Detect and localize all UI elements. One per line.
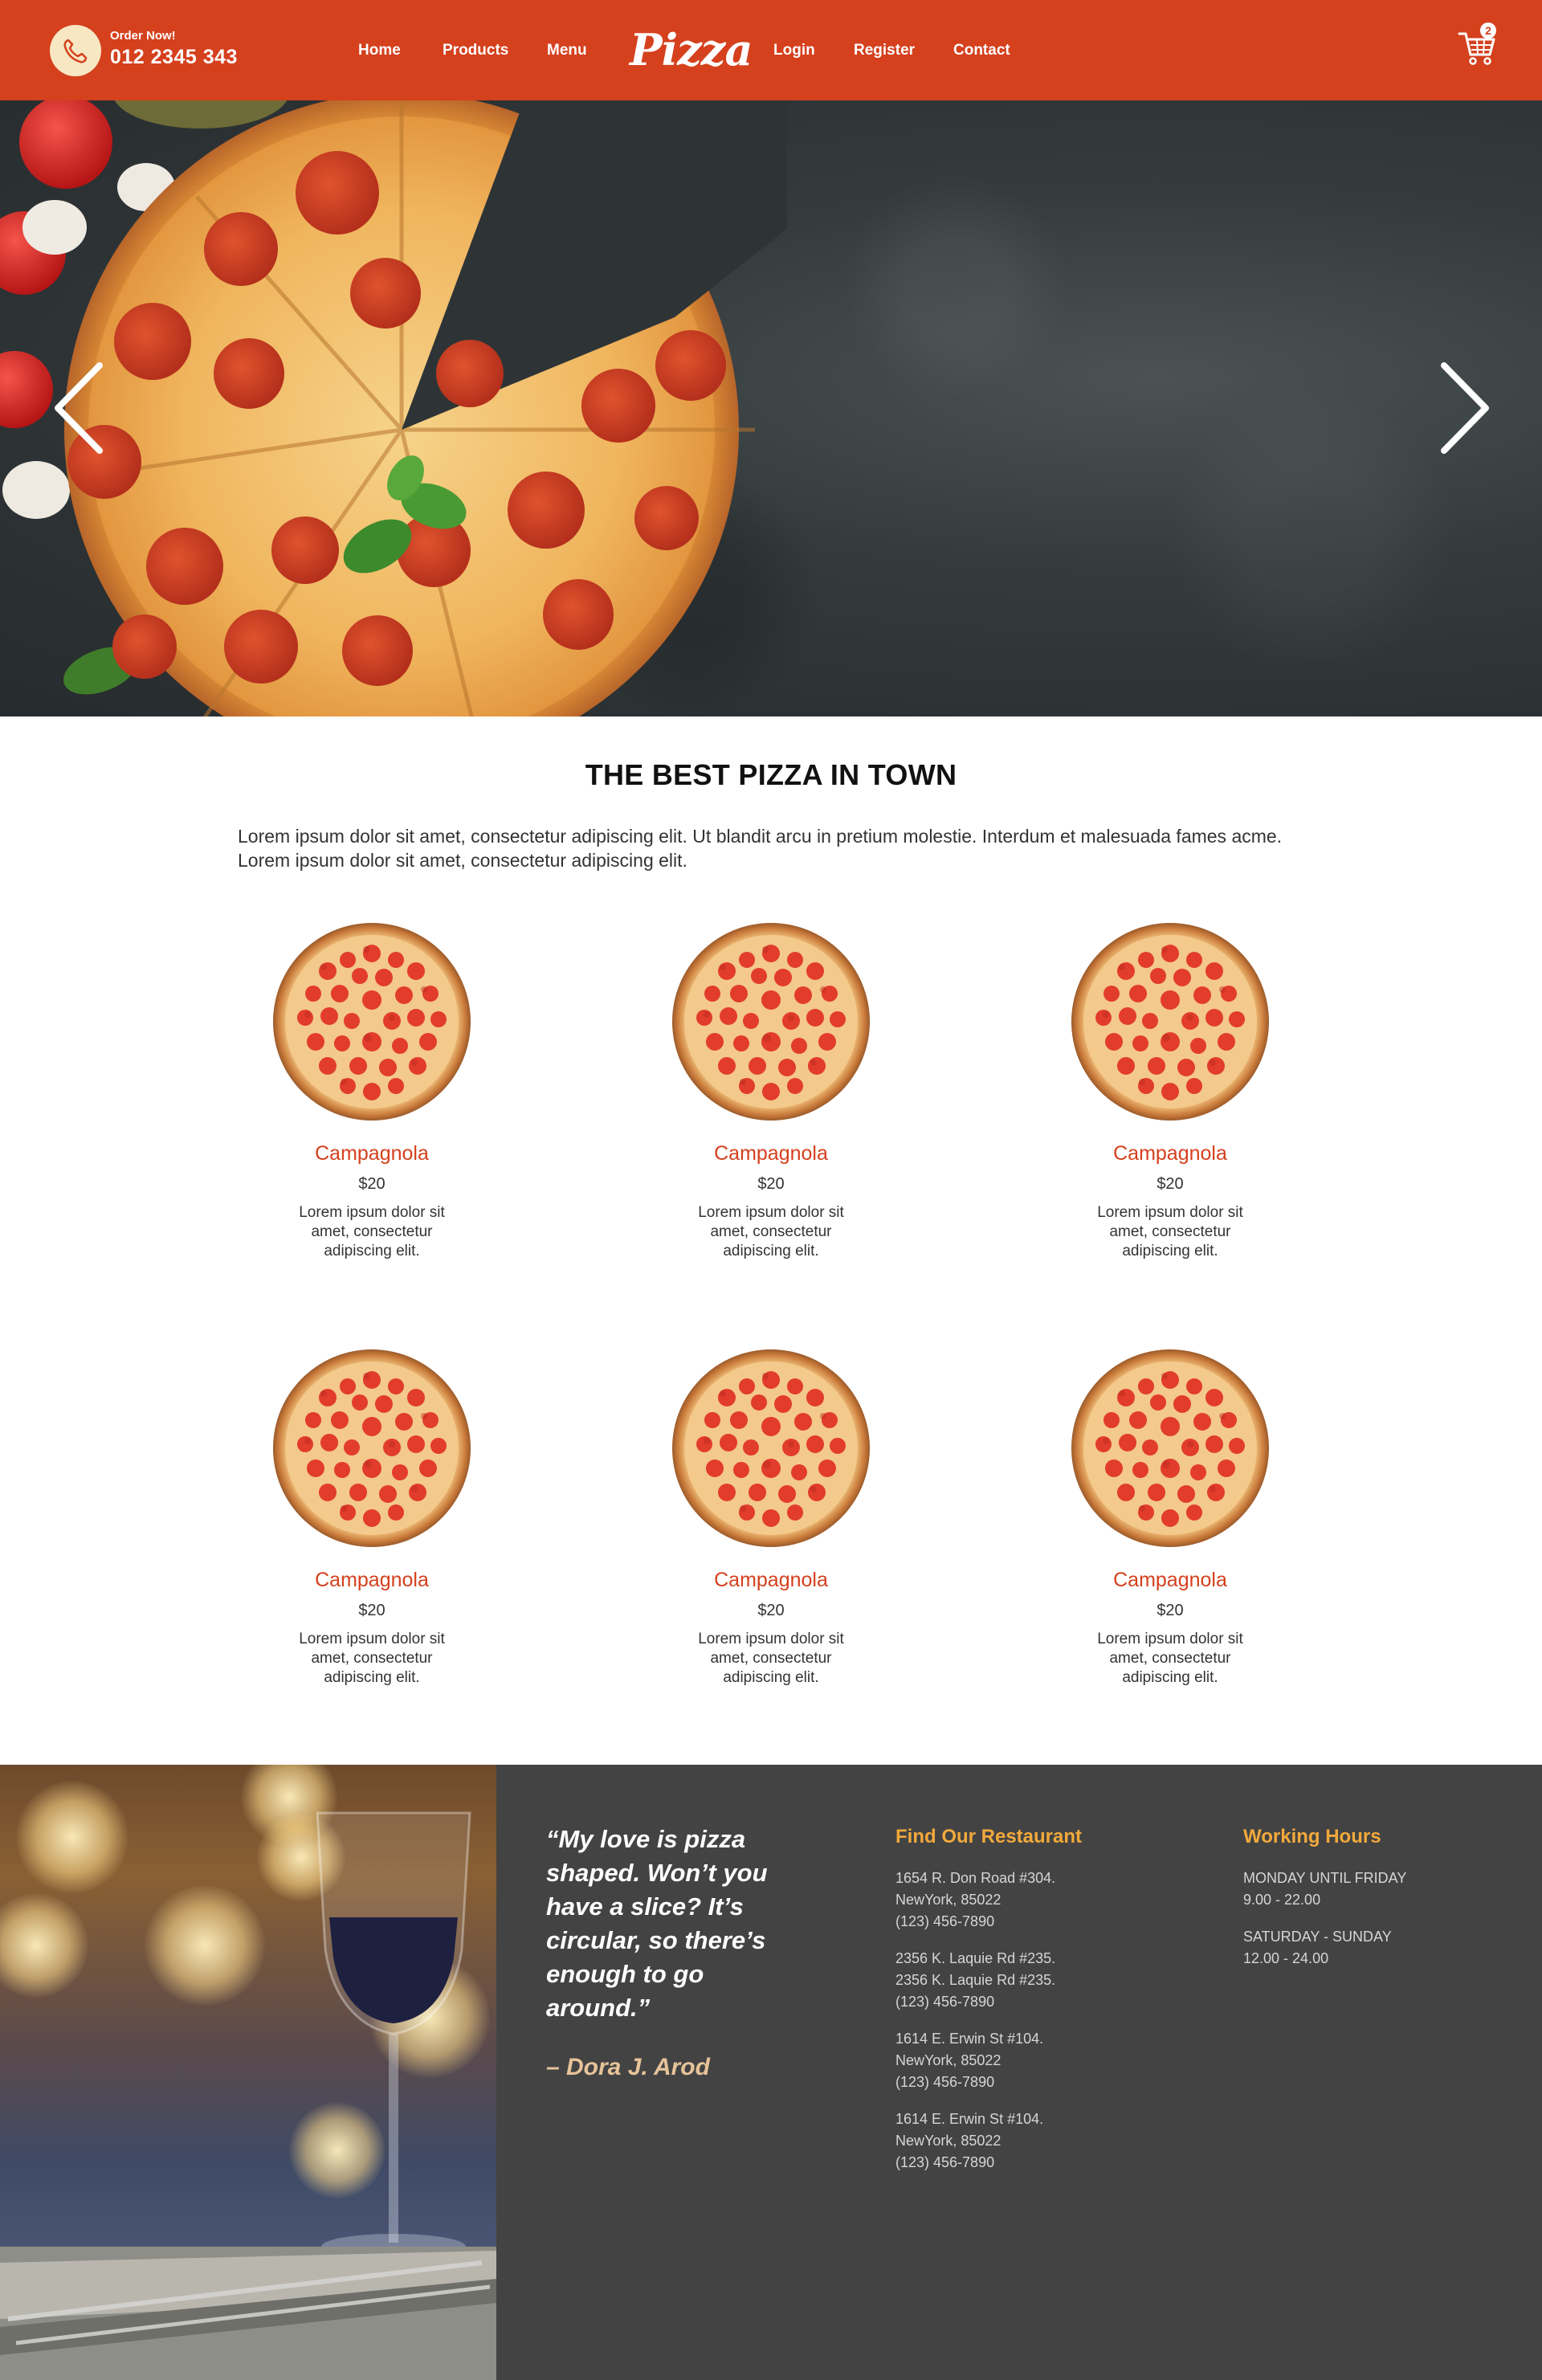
address-line: 2356 K. Laquie Rd #235. — [895, 1950, 1056, 1966]
address-phone[interactable]: (123) 456-7890 — [895, 1911, 1152, 1933]
pizza-image[interactable] — [271, 921, 472, 1122]
order-now-label: Order Now! — [110, 29, 176, 43]
pizza-image[interactable] — [671, 921, 871, 1122]
hours-block: MONDAY UNTIL FRIDAY 9.00 - 22.00 — [1243, 1868, 1484, 1911]
product-card[interactable]: Campagnola $20 Lorem ipsum dolor sit ame… — [651, 921, 891, 1261]
nav-contact[interactable]: Contact — [953, 42, 1010, 59]
pizza-image[interactable] — [671, 1348, 871, 1549]
restaurant-photo — [0, 1765, 496, 2380]
footer-quote: “My love is pizza shaped. Won’t you have… — [546, 1825, 768, 2022]
address-phone[interactable]: (123) 456-7890 — [895, 1991, 1152, 2013]
address-phone[interactable]: (123) 456-7890 — [895, 2072, 1152, 2093]
quote-author: – Dora J. Arod — [546, 2054, 710, 2080]
hero-pizza-image — [0, 100, 787, 716]
intro-paragraph: Lorem ipsum dolor sit amet, consectetur … — [238, 826, 1283, 871]
cart-count-badge: 2 — [1480, 22, 1496, 39]
product-price: $20 — [1156, 1175, 1184, 1193]
address-line: 1614 E. Erwin St #104. — [895, 2031, 1044, 2047]
slider-next-button[interactable] — [1438, 356, 1494, 460]
nav-register[interactable]: Register — [854, 42, 915, 59]
nav-products[interactable]: Products — [443, 42, 508, 59]
product-description: Lorem ipsum dolor sit amet, consectetur … — [1097, 1631, 1243, 1686]
address-city: 2356 K. Laquie Rd #235. — [895, 1972, 1056, 1988]
find-restaurant-heading: Find Our Restaurant — [895, 1826, 1083, 1847]
nav-home[interactable]: Home — [358, 42, 401, 59]
address-city: NewYork, 85022 — [895, 2133, 1001, 2149]
product-description: Lorem ipsum dolor sit amet, consectetur … — [698, 1204, 844, 1259]
address-block: 1654 R. Don Road #304. NewYork, 85022 (1… — [895, 1868, 1152, 1933]
pizza-image[interactable] — [271, 1348, 472, 1549]
wine-glass-image — [0, 1811, 496, 2380]
address-city: NewYork, 85022 — [895, 2052, 1001, 2068]
address-block: 1614 E. Erwin St #104. NewYork, 85022 (1… — [895, 2028, 1152, 2093]
product-card[interactable]: Campagnola $20 Lorem ipsum dolor sit ame… — [251, 921, 492, 1261]
product-name[interactable]: Campagnola — [251, 1569, 492, 1592]
product-price: $20 — [1156, 1602, 1184, 1619]
nav-login[interactable]: Login — [773, 42, 815, 59]
hours-time: 12.00 - 24.00 — [1243, 1950, 1329, 1966]
nav-menu[interactable]: Menu — [547, 42, 587, 59]
address-phone[interactable]: (123) 456-7890 — [895, 2152, 1152, 2174]
product-name[interactable]: Campagnola — [651, 1142, 891, 1166]
product-card[interactable]: Campagnola $20 Lorem ipsum dolor sit ame… — [1050, 921, 1291, 1261]
product-price: $20 — [358, 1175, 386, 1193]
address-block: 2356 K. Laquie Rd #235. 2356 K. Laquie R… — [895, 1948, 1152, 2013]
product-card[interactable]: Campagnola $20 Lorem ipsum dolor sit ame… — [1050, 1348, 1291, 1688]
hours-time: 9.00 - 22.00 — [1243, 1892, 1321, 1908]
hours-block: SATURDAY - SUNDAY 12.00 - 24.00 — [1243, 1926, 1484, 1970]
pizza-image[interactable] — [1070, 1348, 1271, 1549]
product-name[interactable]: Campagnola — [251, 1142, 492, 1166]
phone-icon[interactable] — [50, 25, 101, 76]
hero-slider — [0, 100, 1542, 716]
address-block: 1614 E. Erwin St #104. NewYork, 85022 (1… — [895, 2109, 1152, 2174]
product-name[interactable]: Campagnola — [1050, 1569, 1291, 1592]
product-card[interactable]: Campagnola $20 Lorem ipsum dolor sit ame… — [251, 1348, 492, 1688]
address-line: 1614 E. Erwin St #104. — [895, 2111, 1044, 2127]
product-name[interactable]: Campagnola — [1050, 1142, 1291, 1166]
product-card[interactable]: Campagnola $20 Lorem ipsum dolor sit ame… — [651, 1348, 891, 1688]
address-city: NewYork, 85022 — [895, 1892, 1001, 1908]
product-price: $20 — [358, 1602, 386, 1619]
section-title: THE BEST PIZZA IN TOWN — [585, 758, 957, 791]
hours-days: MONDAY UNTIL FRIDAY — [1243, 1870, 1407, 1886]
site-header: Order Now! 012 2345 343 Home Products Me… — [0, 0, 1542, 100]
product-price: $20 — [757, 1602, 785, 1619]
product-description: Lorem ipsum dolor sit amet, consectetur … — [698, 1631, 844, 1686]
address-line: 1654 R. Don Road #304. — [895, 1870, 1056, 1886]
product-price: $20 — [757, 1175, 785, 1193]
order-phone-number[interactable]: 012 2345 343 — [110, 46, 238, 69]
site-footer: “My love is pizza shaped. Won’t you have… — [0, 1765, 1542, 2380]
product-description: Lorem ipsum dolor sit amet, consectetur … — [299, 1631, 445, 1686]
product-name[interactable]: Campagnola — [651, 1569, 891, 1592]
hours-days: SATURDAY - SUNDAY — [1243, 1929, 1392, 1945]
product-description: Lorem ipsum dolor sit amet, consectetur … — [1097, 1204, 1243, 1259]
site-logo[interactable]: Pizza — [630, 24, 753, 76]
product-description: Lorem ipsum dolor sit amet, consectetur … — [299, 1204, 445, 1259]
working-hours-heading: Working Hours — [1243, 1826, 1381, 1847]
slider-prev-button[interactable] — [50, 356, 106, 460]
pizza-image[interactable] — [1070, 921, 1271, 1122]
